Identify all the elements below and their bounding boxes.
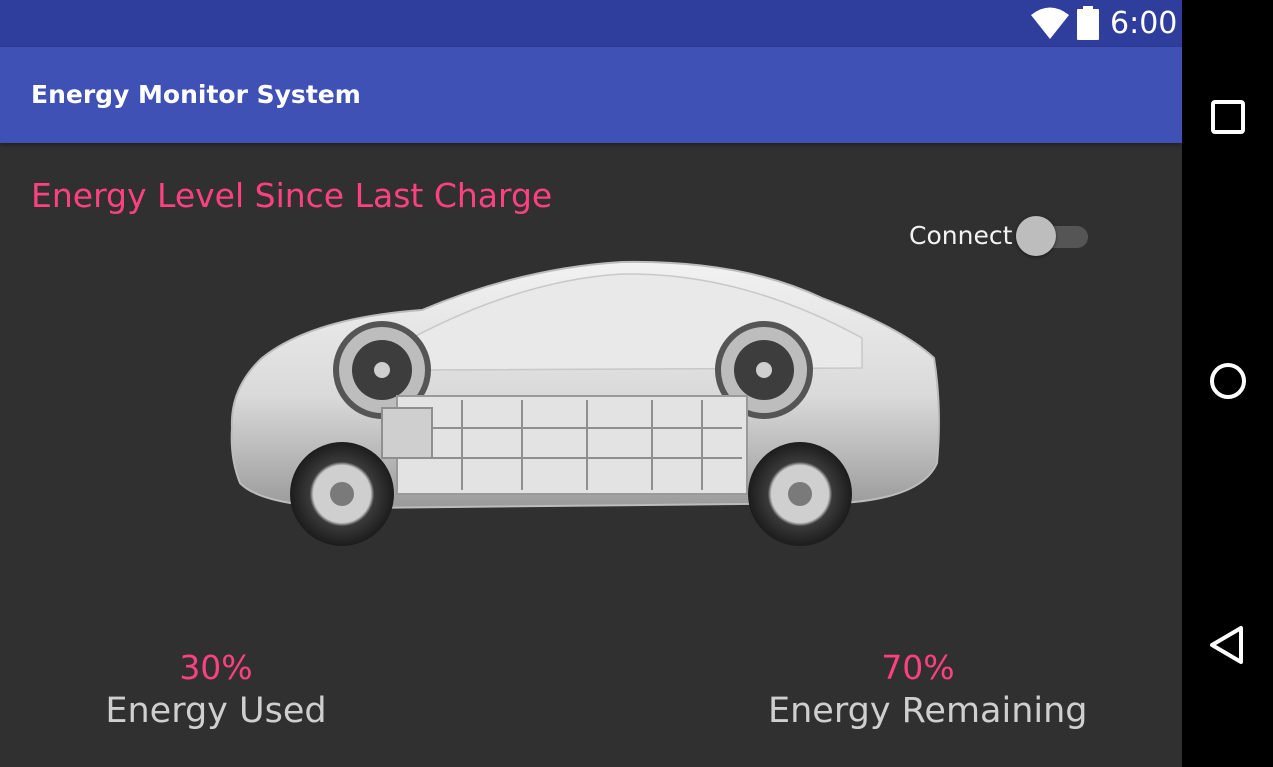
energy-remaining-label: Energy Remaining [768, 691, 1088, 731]
car-image [230, 260, 940, 546]
energy-used-stat: 30% Energy Used [96, 648, 336, 734]
connect-switch[interactable] [1016, 216, 1090, 256]
home-icon[interactable] [1208, 361, 1248, 401]
energy-used-value: 30% [179, 648, 253, 687]
connect-label: Connect [909, 221, 1013, 250]
status-bar: 6:00 [0, 0, 1182, 47]
energy-remaining-value: 70% [881, 648, 955, 687]
section-title: Energy Level Since Last Charge [31, 176, 553, 215]
app-title: Energy Monitor System [31, 80, 361, 109]
app-screen: 6:00 Energy Monitor System Energy Level … [0, 0, 1182, 767]
back-icon[interactable] [1208, 625, 1248, 665]
navigation-bar [1182, 0, 1273, 767]
switch-thumb [1016, 216, 1057, 256]
connect-control[interactable]: Connect [909, 216, 1090, 256]
battery-icon [1077, 6, 1099, 40]
wifi-icon [1031, 7, 1069, 39]
energy-remaining-stat: 70% Energy Remaining [768, 648, 1088, 734]
energy-used-label: Energy Used [105, 691, 327, 731]
app-bar: Energy Monitor System [0, 47, 1182, 143]
recents-icon[interactable] [1208, 97, 1248, 137]
status-clock: 6:00 [1110, 6, 1178, 41]
